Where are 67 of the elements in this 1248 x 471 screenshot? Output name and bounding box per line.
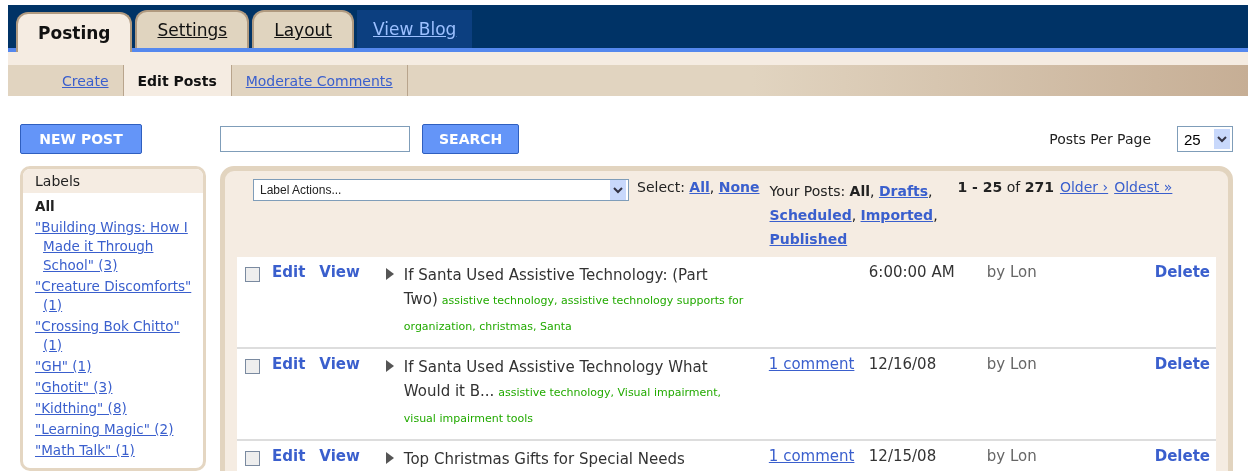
post-checkbox[interactable]	[245, 267, 260, 282]
tab[interactable]: Layout	[252, 10, 354, 48]
labels-title: Labels	[23, 169, 203, 193]
label-link[interactable]: "Learning Magic" (2)	[35, 420, 195, 439]
post-author: by Lon	[986, 447, 1037, 465]
page-link[interactable]: Older ›	[1059, 179, 1109, 195]
filter-link[interactable]: Imported	[860, 207, 934, 223]
post-date: 6:00:00 AM	[868, 263, 956, 281]
view-blog-link[interactable]: View Blog	[357, 10, 473, 48]
expand-triangle-icon[interactable]	[385, 268, 394, 280]
edit-link[interactable]: Edit	[272, 355, 306, 373]
comments-link[interactable]: 1 comment	[768, 355, 869, 373]
label-link[interactable]: "Math Talk" (1)	[35, 441, 195, 460]
edit-link[interactable]: Edit	[272, 447, 306, 465]
search-button[interactable]: SEARCH	[422, 124, 520, 154]
label-link[interactable]: "Building Wings: How I Made it Through School" (3)	[35, 218, 195, 275]
post-author: by Lon	[986, 263, 1037, 281]
filter-current: All	[849, 183, 871, 199]
separator: ,	[928, 183, 933, 199]
post-author: by Lon	[986, 355, 1037, 373]
delete-link[interactable]: Delete	[1154, 263, 1210, 281]
expand-triangle-icon[interactable]	[385, 360, 394, 372]
page-link[interactable]: Oldest »	[1114, 179, 1173, 195]
separator: ,	[933, 207, 938, 223]
tab[interactable]: Posting	[16, 12, 133, 52]
post-date: 12/15/08	[868, 447, 938, 465]
post-date: 12/16/08	[868, 355, 938, 373]
post-title: Top Christmas Gifts for Special Needs	[403, 449, 686, 470]
page-range: 1 - 25 of 271	[957, 179, 1054, 195]
post-title: If Santa Used Assistive Technology What Would it B... assistive technology, Visual impairment, visual impairment tools	[403, 357, 723, 427]
subtab[interactable]: Edit Posts	[123, 65, 232, 96]
label-link[interactable]: "GH" (1)	[35, 357, 195, 376]
delete-link[interactable]: Delete	[1154, 355, 1210, 373]
post-checkbox[interactable]	[245, 359, 260, 374]
label-link[interactable]: "Kidthing" (8)	[35, 399, 195, 418]
label-link[interactable]: "Ghotit" (3)	[35, 378, 195, 397]
comments-link[interactable]: 1 comment	[768, 447, 869, 465]
subtab[interactable]: Moderate Comments	[231, 65, 408, 96]
label-link[interactable]: "Crossing Bok Chitto" (1)	[35, 317, 195, 355]
select-label: Select:	[637, 179, 685, 195]
posts-per-page-label: Posts Per Page	[1049, 131, 1151, 147]
tab[interactable]: Settings	[135, 10, 250, 48]
label-link[interactable]: "Creature Discomforts" (1)	[35, 277, 195, 315]
new-post-button[interactable]: NEW POST	[20, 124, 142, 154]
posts-per-page-select[interactable]: 25	[1177, 126, 1233, 152]
separator: ,	[851, 207, 857, 223]
separator: ,	[709, 179, 715, 195]
expand-triangle-icon[interactable]	[385, 452, 394, 464]
filter-link[interactable]: Published	[769, 231, 848, 247]
delete-link[interactable]: Delete	[1154, 447, 1210, 465]
separator: ,	[870, 183, 875, 199]
dropdown-chevron-icon[interactable]	[1214, 129, 1230, 149]
view-link[interactable]: View	[319, 263, 360, 281]
label-link[interactable]: All	[35, 197, 195, 216]
label-actions-select[interactable]: Label Actions...	[253, 179, 629, 201]
subtab[interactable]: Create	[48, 65, 124, 96]
post-title: If Santa Used Assistive Technology: (Part Two) assistive technology, assistive technology supports for organization, christmas, Santa	[403, 265, 745, 335]
post-checkbox[interactable]	[245, 451, 260, 466]
filter-link[interactable]: Scheduled	[769, 207, 852, 223]
select-link[interactable]: All	[689, 179, 710, 195]
view-link[interactable]: View	[319, 355, 360, 373]
edit-link[interactable]: Edit	[272, 263, 306, 281]
dropdown-chevron-icon[interactable]	[610, 180, 626, 200]
search-field[interactable]	[220, 126, 410, 152]
select-link[interactable]: None	[718, 179, 760, 195]
your-posts-label: Your Posts:	[769, 183, 846, 199]
view-link[interactable]: View	[319, 447, 360, 465]
